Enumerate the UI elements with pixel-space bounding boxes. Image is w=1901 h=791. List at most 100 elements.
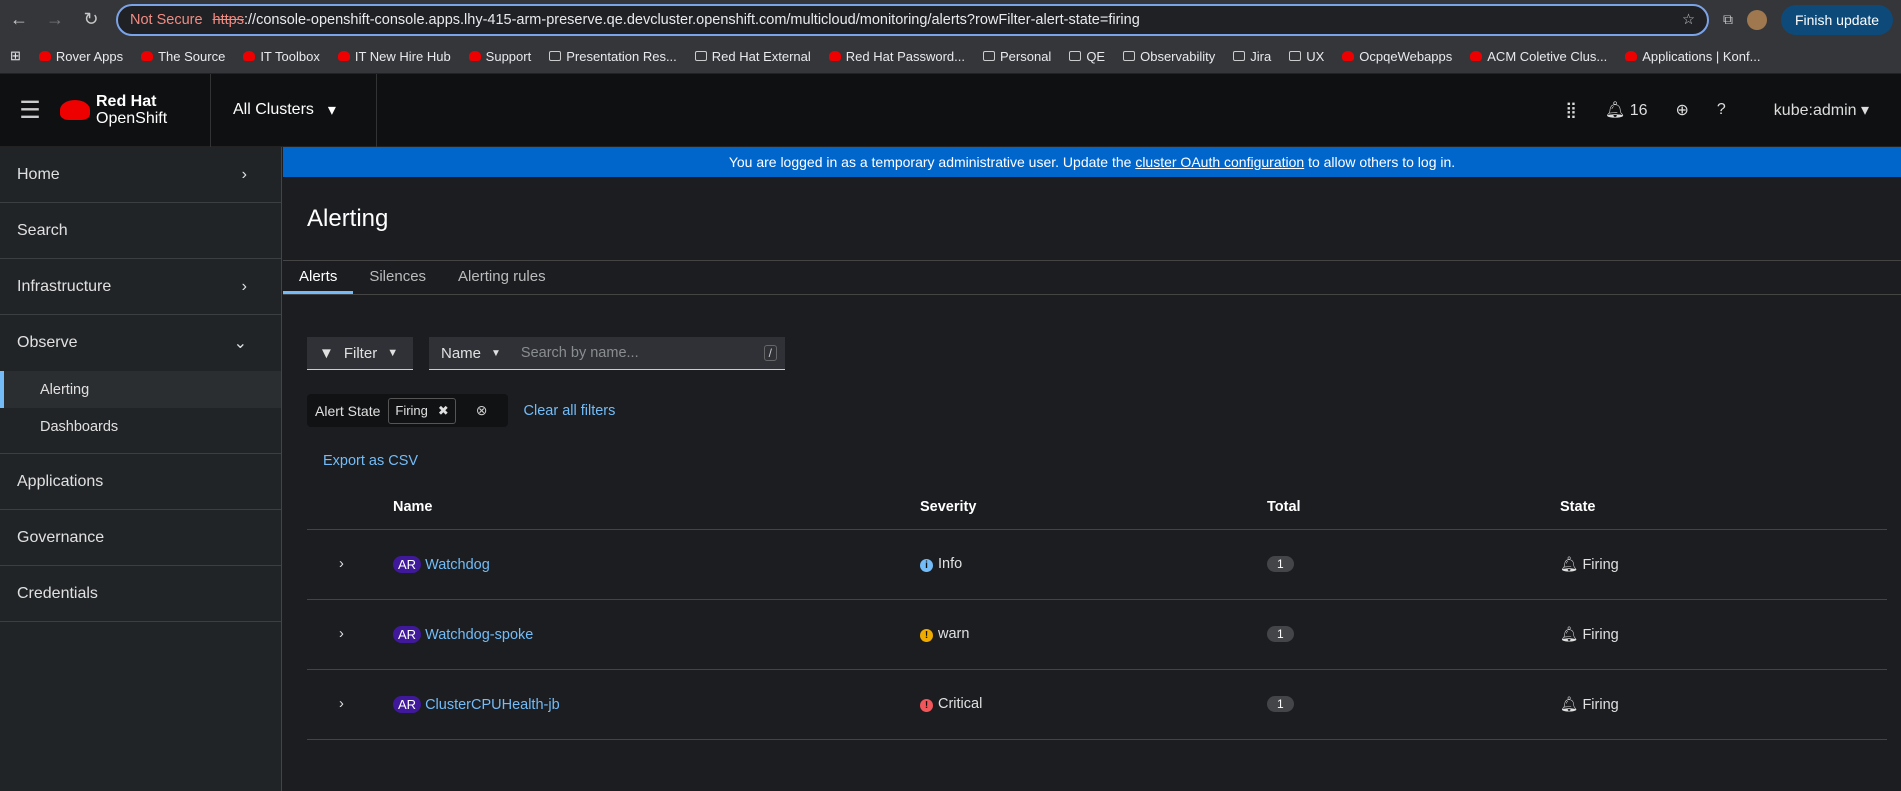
- table-row: › AR Watchdog i Info 1 🔔︎ Firing: [307, 528, 1887, 599]
- sidebar-item-observe[interactable]: Observe ⌄: [0, 315, 281, 371]
- address-bar[interactable]: Not Secure https://console-openshift-con…: [116, 3, 1709, 36]
- bookmark-label: Red Hat External: [711, 48, 811, 64]
- bookmark-label: IT New Hire Hub: [354, 48, 451, 64]
- banner-text: You are logged in as a temporary adminis…: [728, 154, 1136, 170]
- bookmark-item[interactable]: Applications | Konf...: [1625, 49, 1760, 64]
- sidebar-item-governance[interactable]: Governance: [0, 510, 281, 566]
- alert-name-link[interactable]: Watchdog-spoke: [425, 627, 533, 643]
- folder-icon: [1069, 50, 1082, 61]
- cluster-label: All Clusters: [233, 101, 314, 118]
- folder-icon: [1233, 50, 1246, 61]
- bookmark-label: Presentation Res...: [566, 48, 677, 64]
- redhat-icon: [1625, 50, 1638, 61]
- hamburger-menu-icon[interactable]: ☰: [0, 96, 60, 125]
- close-icon[interactable]: ✖: [438, 403, 449, 419]
- bookmark-item[interactable]: Red Hat Password...: [828, 48, 965, 64]
- reload-icon[interactable]: ↻: [80, 9, 102, 30]
- name-select[interactable]: Name ▼: [429, 337, 513, 370]
- bookmark-item[interactable]: UX: [1289, 49, 1324, 64]
- bookmark-item[interactable]: QE: [1069, 49, 1105, 64]
- export-csv-link[interactable]: Export as CSV: [323, 453, 418, 469]
- redhat-icon: [38, 50, 51, 61]
- sidebar-item-home[interactable]: Home ›: [0, 147, 281, 203]
- bookmark-item[interactable]: Jira: [1233, 49, 1271, 64]
- cluster-selector[interactable]: All Clusters ▾: [210, 73, 377, 147]
- bookmark-item[interactable]: IT Toolbox: [243, 49, 320, 64]
- notifications-button[interactable]: 🔔︎ 16: [1605, 100, 1648, 120]
- severity-icon: !: [920, 629, 933, 642]
- forward-icon[interactable]: →: [44, 9, 66, 30]
- sidebar-item-applications[interactable]: Applications: [0, 454, 281, 510]
- bookmark-label: Rover Apps: [55, 48, 124, 64]
- user-menu[interactable]: kube:admin ▾: [1774, 100, 1869, 120]
- search-input[interactable]: Search by name... /: [512, 337, 785, 370]
- bookmark-label: OcpqeWebapps: [1359, 48, 1453, 64]
- url-text: ://console-openshift-console.apps.lhy-41…: [243, 11, 1140, 28]
- bell-icon: 🔔︎: [1560, 556, 1579, 573]
- column-header-total[interactable]: Total: [1267, 485, 1560, 529]
- folder-icon: [1289, 50, 1302, 61]
- tab-silences[interactable]: Silences: [353, 261, 442, 294]
- back-icon[interactable]: ←: [8, 9, 30, 30]
- label: Applications: [17, 472, 104, 490]
- state-label: Firing: [1582, 696, 1619, 713]
- bookmark-label: Observability: [1140, 48, 1216, 64]
- expand-chevron-icon[interactable]: ›: [339, 556, 344, 572]
- severity-label: Critical: [938, 696, 983, 712]
- expand-chevron-icon[interactable]: ›: [339, 696, 344, 712]
- clear-chip-group-icon[interactable]: ⊗: [476, 402, 488, 419]
- bookmark-item[interactable]: ACM Coletive Clus...: [1470, 49, 1607, 64]
- bookmark-item[interactable]: Rover Apps: [38, 48, 124, 64]
- column-header-severity[interactable]: Severity: [920, 485, 1267, 529]
- bookmark-item[interactable]: Support: [468, 48, 532, 64]
- sidebar-item-credentials[interactable]: Credentials: [0, 566, 281, 622]
- bookmark-item[interactable]: Observability: [1123, 49, 1215, 64]
- bookmark-label: Personal: [1000, 48, 1052, 64]
- column-header-name[interactable]: Name: [393, 485, 920, 529]
- expand-chevron-icon[interactable]: ›: [339, 626, 344, 642]
- chip-group-label: Alert State: [315, 402, 381, 419]
- bookmark-label: The Source: [158, 48, 226, 64]
- bookmark-item[interactable]: Personal: [983, 49, 1051, 64]
- bookmark-item[interactable]: The Source: [141, 49, 225, 64]
- bookmark-item[interactable]: OcpqeWebapps: [1342, 49, 1452, 64]
- folder-icon: [549, 50, 562, 61]
- redhat-openshift-logo[interactable]: Red Hat OpenShift: [60, 93, 210, 127]
- column-header-state[interactable]: State: [1560, 485, 1887, 529]
- apps-grid-icon[interactable]: ⊞: [10, 48, 21, 64]
- finish-update-button[interactable]: Finish update: [1780, 4, 1893, 35]
- chevron-down-icon: ⌄: [233, 335, 247, 352]
- alert-name-link[interactable]: Watchdog: [425, 557, 490, 573]
- oauth-config-link[interactable]: cluster OAuth configuration: [1135, 154, 1304, 170]
- bookmark-label: Support: [485, 48, 532, 64]
- profile-avatar[interactable]: [1746, 9, 1767, 30]
- extensions-icon[interactable]: ⧉: [1723, 11, 1733, 28]
- add-icon[interactable]: ⊕: [1675, 100, 1688, 120]
- help-icon[interactable]: ?: [1717, 101, 1726, 119]
- bookmark-label: Red Hat Password...: [845, 48, 965, 64]
- filter-dropdown[interactable]: ▼ Filter ▼: [307, 337, 413, 370]
- app-launcher-icon[interactable]: ⣿: [1565, 100, 1577, 120]
- bookmark-item[interactable]: Presentation Res...: [549, 49, 677, 64]
- banner-text-end: to allow others to log in.: [1304, 154, 1456, 170]
- tab-alerting-rules[interactable]: Alerting rules: [442, 261, 562, 294]
- sidebar-item-dashboards[interactable]: Dashboards: [0, 408, 281, 445]
- sidebar-item-search[interactable]: Search: [0, 203, 281, 259]
- sidebar-item-infrastructure[interactable]: Infrastructure ›: [0, 259, 281, 315]
- label: Observe: [17, 334, 78, 351]
- severity-label: Info: [938, 556, 963, 572]
- bookmark-item[interactable]: Red Hat External: [694, 48, 811, 64]
- sidebar-item-alerting[interactable]: Alerting: [0, 371, 281, 408]
- redhat-icon: [337, 50, 350, 61]
- tab-alerts[interactable]: Alerts: [283, 261, 354, 294]
- severity-icon: !: [920, 699, 933, 712]
- not-secure-label[interactable]: Not Secure: [130, 12, 203, 28]
- label: Credentials: [17, 584, 98, 602]
- bookmark-item[interactable]: IT New Hire Hub: [337, 48, 451, 64]
- total-count-badge: 1: [1267, 696, 1294, 712]
- severity-icon: i: [920, 559, 933, 572]
- total-count-badge: 1: [1267, 556, 1294, 572]
- alert-name-link[interactable]: ClusterCPUHealth-jb: [425, 697, 560, 713]
- clear-all-filters-link[interactable]: Clear all filters: [524, 403, 616, 419]
- star-icon[interactable]: ☆: [1682, 12, 1695, 28]
